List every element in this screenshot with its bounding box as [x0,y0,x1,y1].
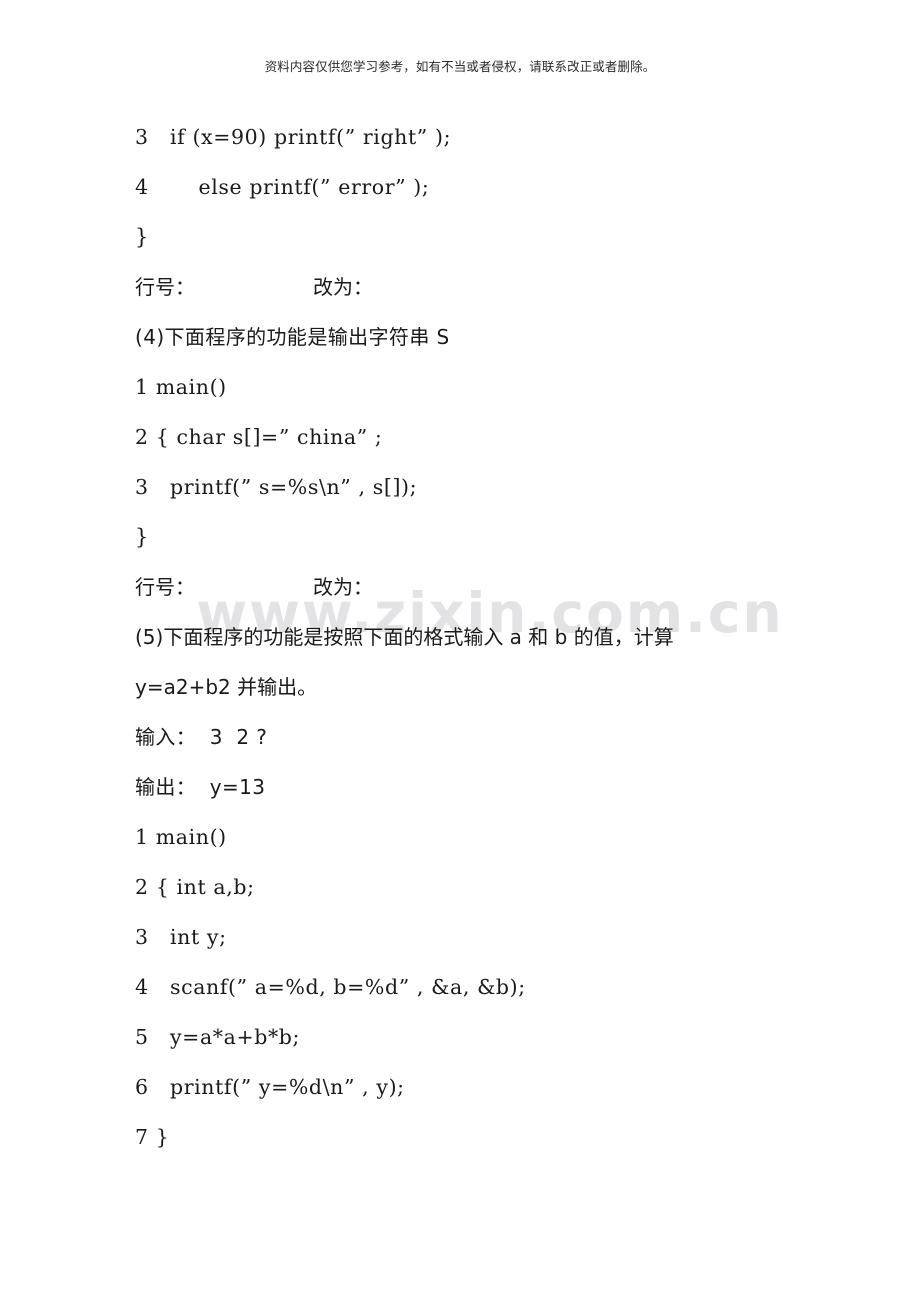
code-line-q5-4: 4 scanf(” a=%d, b=%d” , &a, &b); [135,975,526,999]
code-line-q3-4: 4 else printf(” error” ); [135,175,430,199]
label-line-number-q3: 行号： [135,275,195,299]
code-line-q4-close-brace: } [135,525,149,549]
question-prompt-4: (4)下面程序的功能是输出字符串 S [135,325,450,349]
code-line-q5-6: 6 printf(” y=%d\n” , y); [135,1075,405,1099]
code-line-q5-5: 5 y=a*a+b*b; [135,1025,301,1049]
label-line-number-q4: 行号： [135,575,195,599]
code-line-q5-3: 3 int y; [135,925,227,949]
sample-input-q5: 输入： 3 2 ? [135,725,268,749]
document-body: 3 if (x=90) printf(” right” ); 4 else pr… [135,112,785,1162]
code-line-q5-1: 1 main() [135,825,227,849]
code-line-q5-7: 7 } [135,1125,170,1149]
code-line-q3-3: 3 if (x=90) printf(” right” ); [135,125,452,149]
label-change-to-q4: 改为： [313,575,373,599]
answer-blanks-q4: 行号： 改为： [135,562,785,612]
document-page: 资料内容仅供您学习参考，如有不当或者侵权，请联系改正或者删除。 www.zixi… [0,0,920,1302]
answer-blanks-q3: 行号： 改为： [135,262,785,312]
code-line-q4-3: 3 printf(” s=%s\n” , s[]); [135,475,418,499]
label-change-to-q3: 改为： [313,275,373,299]
sample-output-q5: 输出： y=13 [135,775,266,799]
question-prompt-5: (5)下面程序的功能是按照下面的格式输入 a 和 b 的值，计算 y=a2+b2… [135,612,783,712]
disclaimer-notice: 资料内容仅供您学习参考，如有不当或者侵权，请联系改正或者删除。 [264,59,656,74]
code-line-q4-2: 2 { char s[]=” china” ; [135,425,383,449]
code-line-q4-1: 1 main() [135,375,227,399]
question-prompt-5-row-1: (5)下面程序的功能是按照下面的格式输入 a 和 b 的值，计算 [135,625,674,649]
question-prompt-5-row-2: y=a2+b2 并输出。 [135,675,318,699]
code-line-q5-2: 2 { int a,b; [135,875,255,899]
code-line-q3-close-brace: } [135,225,149,249]
